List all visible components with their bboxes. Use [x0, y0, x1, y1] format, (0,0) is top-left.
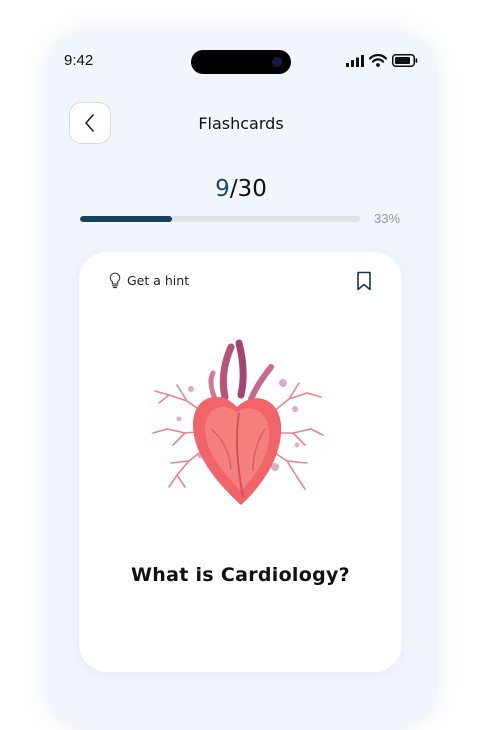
bookmark-button[interactable] — [356, 271, 372, 295]
camera-icon — [272, 57, 282, 67]
progress-percent: 33% — [374, 211, 401, 226]
current-card-number: 9 — [215, 176, 230, 202]
total-cards: /30 — [229, 176, 267, 202]
status-icons — [346, 54, 418, 67]
hint-button[interactable]: Get a hint — [109, 272, 189, 289]
battery-icon — [392, 54, 418, 67]
dynamic-island — [191, 50, 291, 74]
bookmark-icon — [357, 271, 371, 291]
progress-bar — [80, 216, 360, 222]
wifi-icon — [369, 54, 387, 67]
signal-icon — [346, 54, 364, 67]
status-time: 9:42 — [64, 52, 94, 69]
progress-fill — [80, 216, 173, 222]
card-counter: 9/30 — [44, 176, 438, 202]
flashcard-question: What is Cardiology? — [130, 564, 350, 586]
page-title: Flashcards — [198, 114, 284, 133]
heart-illustration — [152, 339, 324, 505]
flashcard[interactable]: Get a hint What is Cardiology? — [79, 252, 402, 672]
lightbulb-icon — [109, 272, 121, 289]
phone-frame: 9:42 Flashcards 9/30 33% Get a hint What… — [44, 30, 438, 730]
hint-label: Get a hint — [127, 273, 190, 288]
